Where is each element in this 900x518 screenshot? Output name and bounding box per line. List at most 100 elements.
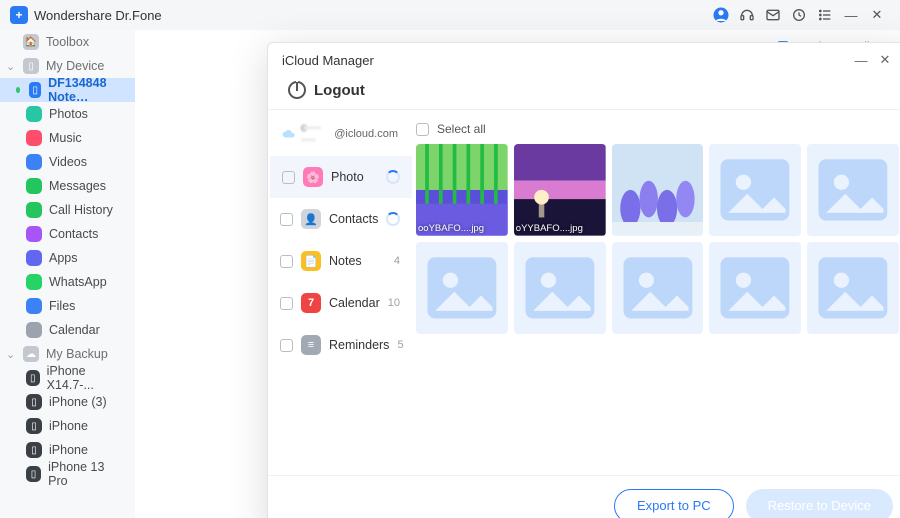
sidebar-item-label: Contacts (49, 227, 98, 241)
list-icon[interactable] (812, 2, 838, 28)
dialog-header: iCloud Manager — ✕ (268, 43, 900, 77)
sidebar-icon (26, 298, 42, 314)
sidebar-item-label: Music (49, 131, 82, 145)
photo-placeholder (807, 242, 899, 334)
category-label: Calendar (329, 296, 380, 310)
cloud-icon (282, 127, 296, 141)
sidebar-mydevice[interactable]: ⌄ ▯ My Device (0, 54, 135, 78)
sidebar-item-label: WhatsApp (49, 275, 107, 289)
phone-icon: ▯ (26, 466, 41, 482)
category-label: Contacts (329, 212, 378, 226)
restore-to-device-button[interactable]: Restore to Device (746, 489, 893, 518)
logout-label: Logout (314, 82, 365, 99)
category-reminders[interactable]: ≡ Reminders5 (268, 324, 412, 366)
backup-label: iPhone (3) (49, 395, 107, 409)
acct-prefix: c···· ···· (301, 122, 329, 146)
category-column: c···· ···· @icloud.com 🌸 Photo 👤 Contact… (268, 110, 412, 475)
sidebar-item-music[interactable]: Music (0, 126, 135, 150)
sidebar-icon (26, 322, 42, 338)
backup-label: iPhone 13 Pro (48, 460, 123, 488)
close-icon[interactable]: ✕ (864, 2, 890, 28)
category-photo[interactable]: 🌸 Photo (268, 156, 412, 198)
image-icon (709, 242, 801, 334)
sidebar-label: My Backup (46, 347, 108, 361)
power-icon (288, 81, 306, 99)
logout-button[interactable]: Logout (268, 77, 900, 109)
sidebar-mybackup[interactable]: ⌄ ☁ My Backup (0, 342, 135, 366)
mail-icon[interactable] (760, 2, 786, 28)
backup-item[interactable]: ▯iPhone (0, 414, 135, 438)
photo-placeholder (709, 144, 801, 236)
photo-placeholder (416, 242, 508, 334)
category-notes[interactable]: 📄 Notes4 (268, 240, 412, 282)
checkbox-icon[interactable] (282, 171, 295, 184)
loading-icon (386, 212, 400, 226)
icloud-manager-dialog: iCloud Manager — ✕ Logout c···· ···· @ic… (267, 42, 900, 518)
select-all-label: Select all (437, 122, 486, 136)
minimize-icon[interactable]: — (838, 2, 864, 28)
sidebar-item-label: Videos (49, 155, 87, 169)
main-panel: Device Details SM-N975U 17 GB/11.99 GB 6… (135, 30, 900, 518)
sidebar-item-messages[interactable]: Messages (0, 174, 135, 198)
sidebar-item-apps[interactable]: Apps (0, 246, 135, 270)
select-all-checkbox[interactable]: Select all (416, 118, 899, 144)
category-count: 5 (397, 339, 403, 351)
photo-thumb[interactable] (612, 144, 704, 236)
checkbox-icon[interactable] (280, 255, 293, 268)
photo-thumb[interactable]: oYYBAFO....jpg (514, 144, 606, 236)
thumb-caption: ooYBAFO....jpg (418, 223, 484, 234)
sidebar-item-photos[interactable]: Photos (0, 102, 135, 126)
photo-thumb[interactable]: ooYBAFO....jpg (416, 144, 508, 236)
category-contacts[interactable]: 👤 Contacts (268, 198, 412, 240)
category-icon: 📄 (301, 251, 321, 271)
sidebar: 🏠 Toolbox ⌄ ▯ My Device ▯ DF134848 Note…… (0, 30, 135, 518)
backup-item[interactable]: ▯iPhone X14.7-... (0, 366, 135, 390)
sidebar-item-calendar[interactable]: Calendar (0, 318, 135, 342)
account-icon[interactable] (708, 2, 734, 28)
toolbox-icon: 🏠 (23, 34, 39, 50)
dialog-minimize-icon[interactable]: — (849, 48, 873, 72)
sidebar-item-label: Apps (49, 251, 78, 265)
dialog-close-icon[interactable]: ✕ (873, 48, 897, 72)
sidebar-item-whatsapp[interactable]: WhatsApp (0, 270, 135, 294)
sidebar-icon (26, 130, 42, 146)
sidebar-item-call-history[interactable]: Call History (0, 198, 135, 222)
backup-item[interactable]: ▯ iPhone (3) (0, 390, 135, 414)
category-label: Photo (331, 170, 364, 184)
checkbox-icon[interactable] (280, 339, 293, 352)
photo-placeholder (807, 144, 899, 236)
selected-device-label: DF134848 Note… (48, 76, 123, 104)
sidebar-selected-device[interactable]: ▯ DF134848 Note… (0, 78, 135, 102)
category-calendar[interactable]: 7 Calendar10 (268, 282, 412, 324)
phone-icon: ▯ (26, 394, 42, 410)
backup-item[interactable]: ▯ iPhone 13 Pro (0, 462, 135, 486)
titlebar: + Wondershare Dr.Fone — ✕ (0, 0, 900, 30)
sidebar-toolbox[interactable]: 🏠 Toolbox (0, 30, 135, 54)
checkbox-icon (416, 123, 429, 136)
sidebar-label: Toolbox (46, 35, 89, 49)
app-title: Wondershare Dr.Fone (34, 8, 162, 23)
backup-label: iPhone X14.7-... (47, 364, 123, 392)
headset-icon[interactable] (734, 2, 760, 28)
backup-label: iPhone (49, 443, 88, 457)
sidebar-item-label: Calendar (49, 323, 100, 337)
chevron-down-icon: ⌄ (6, 348, 16, 361)
history-icon[interactable] (786, 2, 812, 28)
acct-suffix: @icloud.com (334, 128, 398, 140)
app-logo: + (10, 6, 28, 24)
sidebar-label: My Device (46, 59, 104, 73)
sidebar-item-contacts[interactable]: Contacts (0, 222, 135, 246)
export-to-pc-button[interactable]: Export to PC (614, 489, 734, 518)
sidebar-item-label: Files (49, 299, 75, 313)
sidebar-item-files[interactable]: Files (0, 294, 135, 318)
sidebar-item-videos[interactable]: Videos (0, 150, 135, 174)
backup-item[interactable]: ▯iPhone (0, 438, 135, 462)
backup-icon: ☁ (23, 346, 39, 362)
checkbox-icon[interactable] (280, 297, 293, 310)
phone-icon: ▯ (26, 418, 42, 434)
sidebar-icon (26, 154, 42, 170)
checkbox-icon[interactable] (280, 213, 293, 226)
sidebar-item-label: Call History (49, 203, 113, 217)
image-icon (807, 242, 899, 334)
device-icon: ▯ (23, 58, 39, 74)
